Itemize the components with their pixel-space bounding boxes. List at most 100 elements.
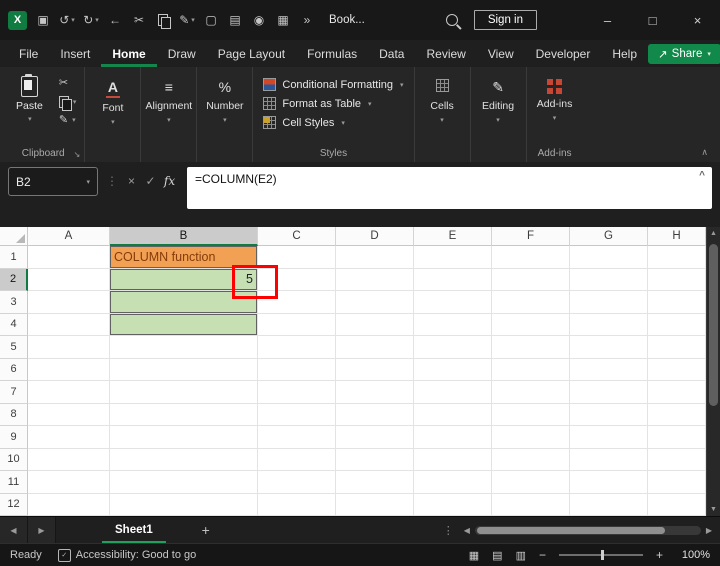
cut-quick-button[interactable]: ✂ [127,0,151,40]
scroll-up-icon[interactable]: ▲ [707,230,720,237]
cell-B12[interactable] [110,493,258,516]
paste-button[interactable]: Paste ▾ [10,73,49,126]
cell-A4[interactable] [28,313,110,336]
column-header-A[interactable]: A [28,227,110,246]
cell-A6[interactable] [28,358,110,381]
column-header-H[interactable]: H [648,227,706,246]
cell-H12[interactable] [648,493,706,516]
zoom-out-button[interactable]: − [539,548,546,562]
cell-C3[interactable] [258,291,336,314]
cell-F4[interactable] [492,313,570,336]
back-button[interactable]: ← [103,0,127,40]
search-icon[interactable] [445,14,458,26]
zoom-slider[interactable] [558,550,643,560]
cell-E12[interactable] [414,493,492,516]
cell-B10[interactable] [110,448,258,471]
cell-A12[interactable] [28,493,110,516]
cell-D8[interactable] [336,403,414,426]
previous-sheet-button[interactable]: ◀ [0,517,28,543]
cell-F5[interactable] [492,336,570,359]
qat-overflow-button[interactable]: » [295,0,319,40]
cell-A9[interactable] [28,426,110,449]
cell-B5[interactable] [110,336,258,359]
cell-A2[interactable] [28,268,110,291]
print-button[interactable]: ▤ [223,0,247,40]
cell-E3[interactable] [414,291,492,314]
cell-H10[interactable] [648,448,706,471]
number-group-button[interactable]: % Number ▾ [197,67,254,162]
cell-B9[interactable] [110,426,258,449]
format-painter-button[interactable]: ✎ ▾ [59,115,77,126]
cell-H6[interactable] [648,358,706,381]
undo-button[interactable]: ↺ ▾ [55,0,79,40]
scroll-left-icon[interactable]: ◀ [464,526,470,535]
cell-C11[interactable] [258,471,336,494]
cell-B1[interactable]: COLUMN function [110,246,258,269]
row-header-11[interactable]: 11 [0,471,28,494]
cell-G6[interactable] [570,358,648,381]
cell-D4[interactable] [336,313,414,336]
cell-C10[interactable] [258,448,336,471]
copy-button[interactable]: ▾ [58,96,76,111]
cell-B7[interactable] [110,381,258,404]
zoom-slider-thumb[interactable] [600,550,604,560]
tab-formulas[interactable]: Formulas [296,40,368,67]
save-button[interactable]: ▣ [31,0,55,40]
cell-G7[interactable] [570,381,648,404]
cell-A11[interactable] [28,471,110,494]
tab-data[interactable]: Data [368,40,415,67]
formula-input[interactable]: =COLUMN(E2) ^ [187,167,712,209]
sheet-tab-sheet1[interactable]: Sheet1 [102,517,166,543]
tab-home[interactable]: Home [101,40,156,67]
column-header-D[interactable]: D [336,227,414,246]
new-file-button[interactable]: ▢ [199,0,223,40]
cell-C2[interactable] [258,268,336,291]
cell-C8[interactable] [258,403,336,426]
cell-H2[interactable] [648,268,706,291]
editing-group-button[interactable]: ✎ Editing ▾ [471,67,527,162]
column-header-E[interactable]: E [414,227,492,246]
tab-view[interactable]: View [477,40,525,67]
redo-button[interactable]: ↻ ▾ [79,0,103,40]
cell-C5[interactable] [258,336,336,359]
collapse-ribbon-icon[interactable]: ∧ [701,147,708,158]
cell-A3[interactable] [28,291,110,314]
cell-A7[interactable] [28,381,110,404]
cell-E11[interactable] [414,471,492,494]
cell-F6[interactable] [492,358,570,381]
cell-C12[interactable] [258,493,336,516]
enter-formula-icon[interactable]: ✓ [141,167,160,196]
share-button[interactable]: ↗ Share ▾ [648,43,720,64]
cell-H1[interactable] [648,246,706,269]
cell-F7[interactable] [492,381,570,404]
accessibility-status[interactable]: ✓ Accessibility: Good to go [57,548,196,562]
cell-C9[interactable] [258,426,336,449]
vertical-scrollbar[interactable]: ▲ ▼ [706,227,720,516]
row-header-12[interactable]: 12 [0,493,28,516]
minimize-button[interactable]: – [585,0,630,40]
cell-F10[interactable] [492,448,570,471]
close-button[interactable]: × [675,0,720,40]
cell-F2[interactable] [492,268,570,291]
zoom-level[interactable]: 100% [676,549,710,561]
cell-E7[interactable] [414,381,492,404]
cell-F11[interactable] [492,471,570,494]
cell-E6[interactable] [414,358,492,381]
maximize-button[interactable]: □ [630,0,675,40]
cell-D10[interactable] [336,448,414,471]
cell-C1[interactable] [258,246,336,269]
cell-B3[interactable] [110,291,258,314]
cell-A8[interactable] [28,403,110,426]
vertical-scrollbar-thumb[interactable] [709,244,718,406]
tab-help[interactable]: Help [601,40,648,67]
scroll-right-icon[interactable]: ▶ [706,526,712,535]
row-header-5[interactable]: 5 [0,336,28,359]
cell-A5[interactable] [28,336,110,359]
cell-B6[interactable] [110,358,258,381]
row-header-6[interactable]: 6 [0,358,28,381]
row-header-2[interactable]: 2 [0,268,28,291]
column-header-G[interactable]: G [570,227,648,246]
tab-page-layout[interactable]: Page Layout [207,40,296,67]
addins-icon[interactable] [547,79,563,94]
font-group-button[interactable]: A Font ▾ [85,67,142,162]
